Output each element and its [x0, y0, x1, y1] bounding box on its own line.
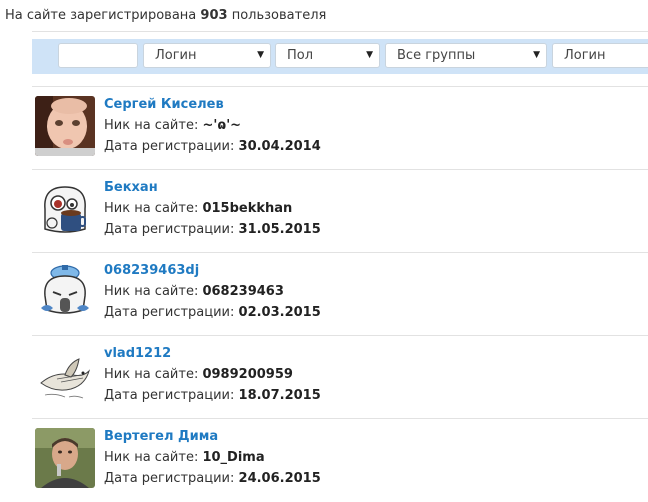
reg-date-label: Дата регистрации: — [104, 305, 235, 320]
user-name-link[interactable]: 068239463dj — [104, 263, 199, 278]
nick-value: 015bekkhan — [202, 201, 293, 216]
nick-value: 0989200959 — [202, 367, 293, 382]
user-name-link[interactable]: Вертегел Дима — [104, 429, 218, 444]
user-list-item: vlad1212 Ник на сайте: 0989200959 Дата р… — [32, 336, 648, 419]
reg-date-label: Дата регистрации: — [104, 139, 235, 154]
user-name-link[interactable]: Бекхан — [104, 180, 158, 195]
gender-value: Пол — [287, 48, 314, 63]
reg-date-value: 30.04.2014 — [238, 139, 321, 154]
login-select[interactable]: Логин — [552, 43, 648, 68]
summary-suffix: пользователя — [231, 8, 327, 23]
reg-date-label: Дата регистрации: — [104, 388, 235, 403]
nick-label: Ник на сайте: — [104, 201, 199, 216]
reg-date-line: Дата регистрации: 31.05.2015 — [104, 222, 321, 237]
sort-login-value: Логин — [155, 48, 197, 63]
login-value: Логин — [564, 48, 606, 63]
user-name-link[interactable]: vlad1212 — [104, 346, 171, 361]
dropdown-arrow-icon: ▼ — [366, 50, 373, 60]
avatar[interactable] — [35, 428, 95, 488]
filter-bar: Логин ▼ Пол ▼ Все группы ▼ Логин — [32, 39, 648, 74]
gender-select[interactable]: Пол ▼ — [275, 43, 380, 68]
summary-prefix: На сайте зарегистрирована — [5, 8, 197, 23]
nick-line: Ник на сайте: 10_Dima — [104, 450, 265, 465]
reg-date-line: Дата регистрации: 02.03.2015 — [104, 305, 321, 320]
users-count-summary: На сайте зарегистрирована 903 пользовате… — [5, 8, 326, 23]
nick-label: Ник на сайте: — [104, 450, 199, 465]
nick-line: Ник на сайте: 0989200959 — [104, 367, 293, 382]
nick-label: Ник на сайте: — [104, 118, 199, 133]
user-list-item: 068239463dj Ник на сайте: 068239463 Дата… — [32, 253, 648, 336]
groups-select[interactable]: Все группы ▼ — [385, 43, 547, 68]
nick-label: Ник на сайте: — [104, 284, 199, 299]
reg-date-value: 18.07.2015 — [238, 388, 321, 403]
user-list-item: Вертегел Дима Ник на сайте: 10_Dima Дата… — [32, 419, 648, 502]
search-input[interactable] — [58, 43, 138, 68]
nick-value: 068239463 — [202, 284, 284, 299]
baby-photo-icon — [35, 96, 95, 156]
reg-date-value: 24.06.2015 — [238, 471, 321, 486]
user-list-item: Бекхан Ник на сайте: 015bekkhan Дата рег… — [32, 170, 648, 253]
nick-label: Ник на сайте: — [104, 367, 199, 382]
avatar[interactable] — [35, 262, 95, 322]
nick-value: ~'ɷ'~ — [202, 118, 242, 133]
user-list-item: Сергей Киселев Ник на сайте: ~'ɷ'~ Дата … — [32, 87, 648, 170]
nick-line: Ник на сайте: ~'ɷ'~ — [104, 118, 241, 133]
users-count: 903 — [200, 8, 228, 23]
avatar[interactable] — [35, 96, 95, 156]
nick-line: Ник на сайте: 015bekkhan — [104, 201, 292, 216]
reg-date-label: Дата регистрации: — [104, 222, 235, 237]
reg-date-value: 02.03.2015 — [238, 305, 321, 320]
nick-value: 10_Dima — [202, 450, 265, 465]
sort-login-select[interactable]: Логин ▼ — [143, 43, 271, 68]
nick-line: Ник на сайте: 068239463 — [104, 284, 284, 299]
reg-date-value: 31.05.2015 — [238, 222, 321, 237]
reg-date-label: Дата регистрации: — [104, 471, 235, 486]
reg-date-line: Дата регистрации: 30.04.2014 — [104, 139, 321, 154]
avatar[interactable] — [35, 179, 95, 239]
man-photo-icon — [35, 428, 95, 488]
top-divider — [32, 31, 648, 32]
bird-drawing-icon — [35, 345, 95, 405]
reg-date-line: Дата регистрации: 24.06.2015 — [104, 471, 321, 486]
dropdown-arrow-icon: ▼ — [533, 50, 540, 60]
groups-value: Все группы — [397, 48, 476, 63]
dropdown-arrow-icon: ▼ — [257, 50, 264, 60]
user-name-link[interactable]: Сергей Киселев — [104, 97, 224, 112]
cartoon-coffee-icon — [35, 179, 95, 239]
reg-date-line: Дата регистрации: 18.07.2015 — [104, 388, 321, 403]
cartoon-icepack-icon — [35, 262, 95, 322]
avatar[interactable] — [35, 345, 95, 405]
